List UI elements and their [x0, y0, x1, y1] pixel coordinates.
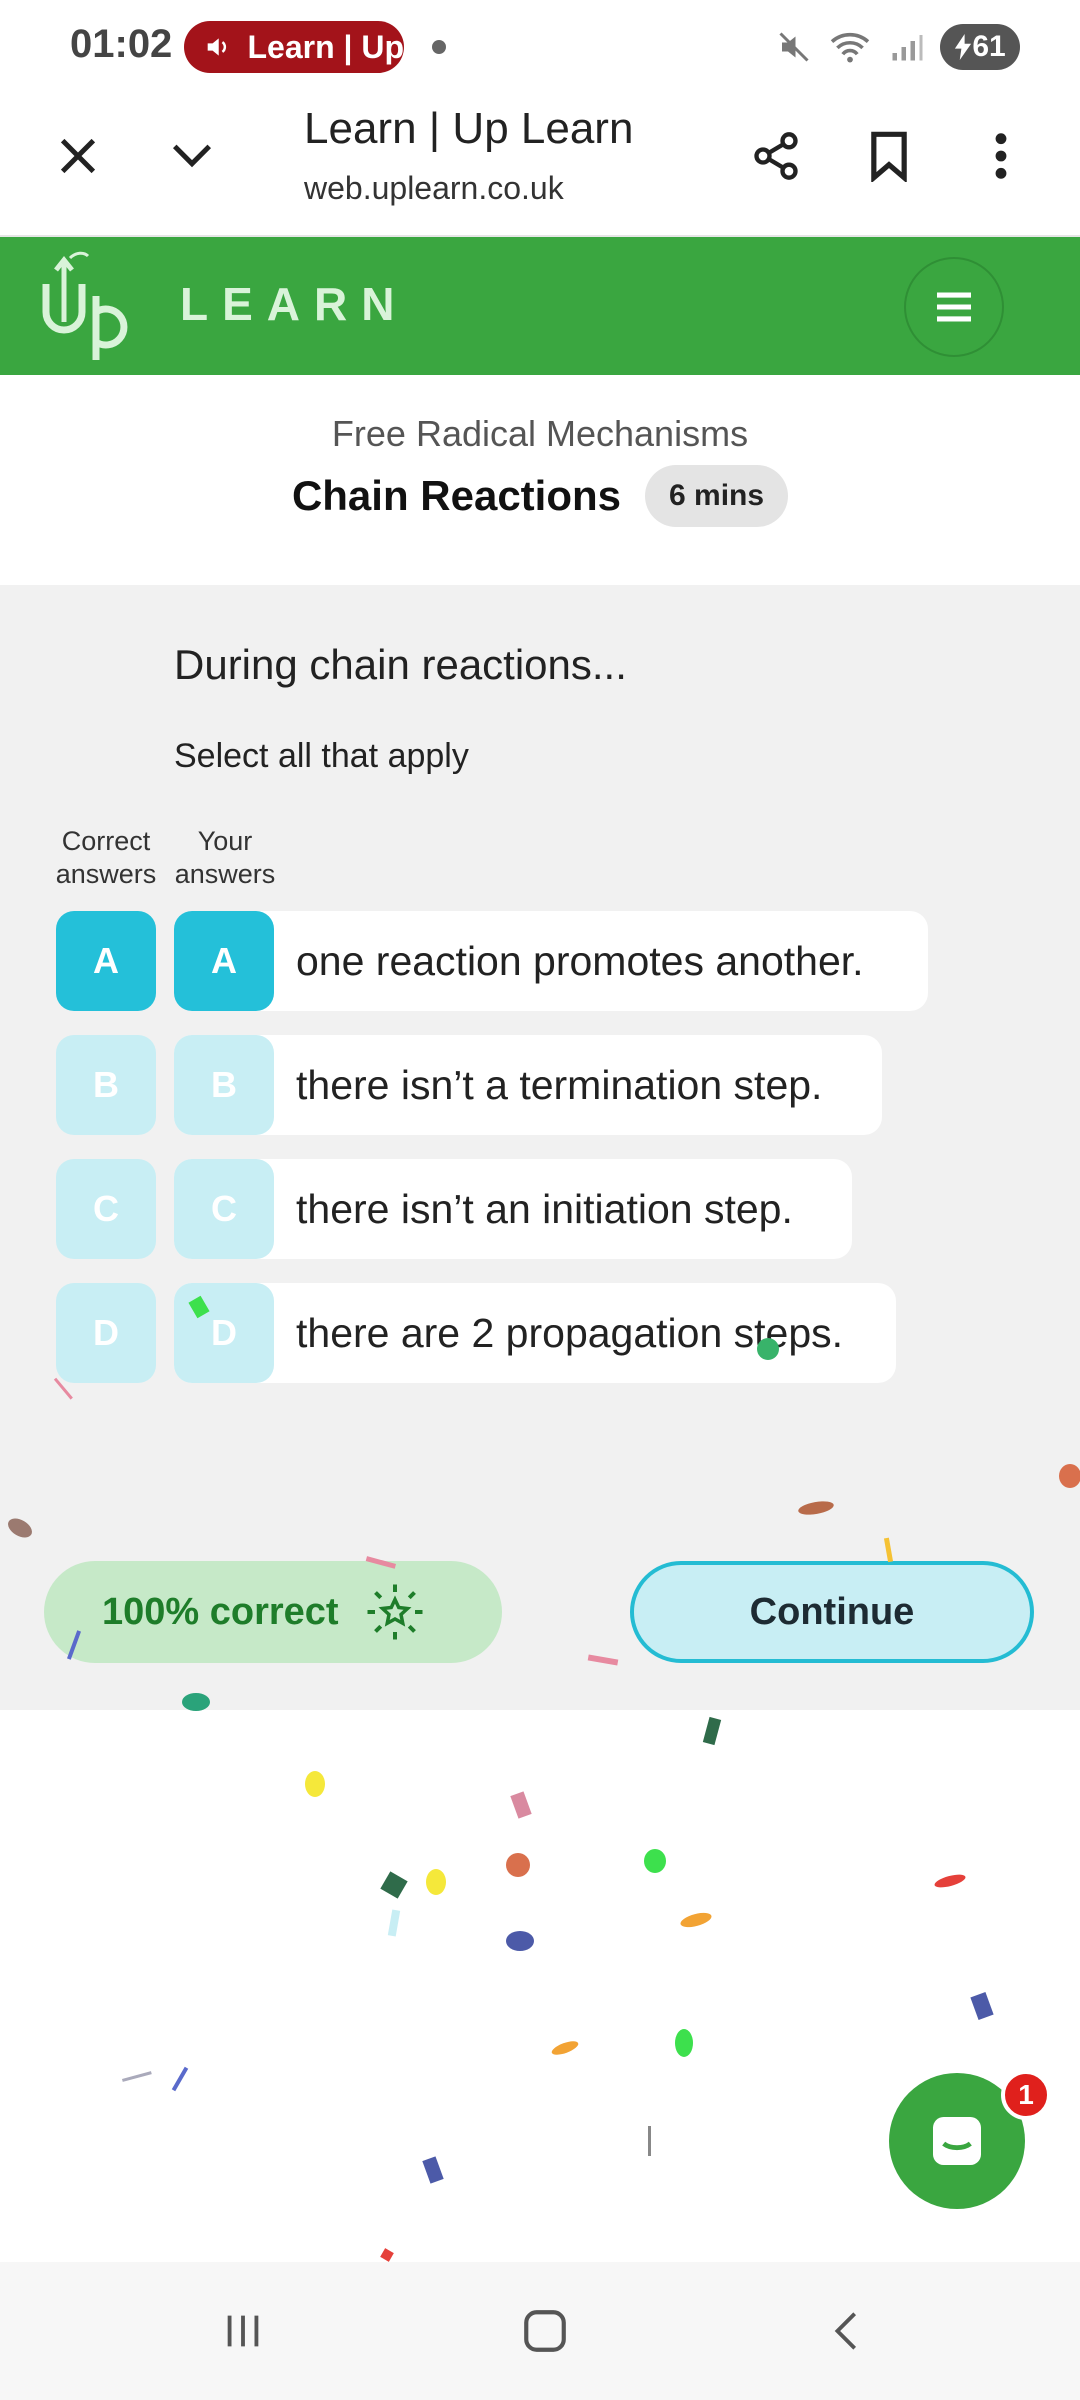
close-tab-button[interactable]	[38, 116, 118, 196]
score-label: 100% correct	[102, 1590, 339, 1633]
question-panel: During chain reactions... Select all tha…	[0, 585, 1080, 1710]
your-marker-c: C	[174, 1159, 274, 1259]
hamburger-menu-button[interactable]	[904, 257, 1004, 357]
back-icon	[834, 2312, 857, 2350]
correct-answers-header: Correct answers	[51, 825, 161, 891]
question-prompt: During chain reactions...	[174, 641, 627, 688]
browser-toolbar: Learn | Up Learn web.uplearn.co.uk	[0, 92, 1080, 237]
battery-indicator: 61	[940, 24, 1020, 70]
app-header: LEARN	[0, 237, 1080, 375]
page-url[interactable]: web.uplearn.co.uk	[304, 170, 564, 207]
answer-option-d[interactable]: D there are 2 propagation steps.	[174, 1283, 896, 1383]
option-row-a: A A one reaction promotes another.	[0, 911, 1080, 1011]
option-row-b: B B there isn’t a termination step.	[0, 1035, 1080, 1135]
answer-option-c[interactable]: C there isn’t an initiation step.	[174, 1159, 852, 1259]
battery-level: 61	[972, 30, 1006, 63]
answer-option-b[interactable]: B there isn’t a termination step.	[174, 1035, 882, 1135]
speaker-icon	[207, 38, 227, 56]
hamburger-icon	[937, 292, 971, 322]
charging-icon	[955, 34, 972, 60]
correct-marker-a: A	[56, 911, 156, 1011]
your-answers-header-line1: Your	[197, 826, 253, 856]
bookmark-icon	[871, 131, 907, 182]
lesson-header: Free Radical Mechanisms Chain Reactions …	[0, 375, 1080, 585]
logo-wordmark: LEARN	[180, 278, 409, 330]
share-icon	[754, 132, 798, 180]
your-answers-header-line2: answers	[174, 859, 276, 889]
option-row-c: C C there isn’t an initiation step.	[0, 1159, 1080, 1259]
home-icon	[524, 2310, 566, 2352]
chat-icon	[933, 2117, 981, 2165]
your-marker-d: D	[174, 1283, 274, 1383]
continue-button[interactable]: Continue	[630, 1561, 1034, 1663]
status-bar: 01:02 Learn | Up 61	[0, 0, 1080, 92]
correct-marker-d: D	[56, 1283, 156, 1383]
duration-badge: 6 mins	[645, 465, 789, 527]
question-hint: Select all that apply	[174, 737, 469, 775]
system-nav-bar	[0, 2262, 1080, 2400]
star-burst-icon	[367, 1584, 423, 1640]
bookmark-button[interactable]	[849, 116, 929, 196]
option-row-d: D D there are 2 propagation steps.	[0, 1283, 1080, 1383]
uplearn-logo[interactable]: LEARN	[40, 249, 409, 360]
media-playing-pill[interactable]: Learn | Up	[184, 21, 404, 73]
home-button[interactable]	[500, 2286, 590, 2376]
correct-answers-header-line2: answers	[55, 859, 157, 889]
your-marker-b: B	[174, 1035, 274, 1135]
chevron-down-icon	[172, 144, 212, 168]
option-text-b: there isn’t a termination step.	[296, 1061, 823, 1108]
signal-icon	[892, 35, 923, 61]
up-logo-icon	[42, 251, 128, 360]
share-button[interactable]	[736, 116, 816, 196]
status-time: 01:02	[70, 22, 173, 66]
correct-marker-b: B	[56, 1035, 156, 1135]
minimize-tab-button[interactable]	[152, 116, 232, 196]
close-icon	[60, 138, 96, 174]
your-answers-header: Your answers	[170, 825, 280, 891]
mute-icon	[779, 32, 809, 62]
recents-icon	[227, 2315, 259, 2347]
your-marker-a: A	[174, 911, 274, 1011]
recent-apps-button[interactable]	[198, 2286, 288, 2376]
correct-marker-c: C	[56, 1159, 156, 1259]
more-options-button[interactable]	[961, 116, 1041, 196]
back-button[interactable]	[802, 2286, 892, 2376]
option-text-c: there isn’t an initiation step.	[296, 1185, 793, 1232]
more-vert-icon	[995, 133, 1007, 179]
option-text-d: there are 2 propagation steps.	[296, 1309, 844, 1356]
page-title: Learn | Up Learn	[304, 104, 634, 153]
media-label: Learn | Up	[247, 28, 404, 65]
score-badge: 100% correct	[44, 1561, 502, 1663]
chat-unread-badge: 1	[1001, 2070, 1051, 2120]
wifi-icon	[830, 32, 870, 63]
lesson-title: Chain Reactions	[291, 472, 622, 519]
option-text-a: one reaction promotes another.	[296, 937, 864, 984]
notification-dot	[432, 40, 446, 54]
correct-answers-header-line1: Correct	[61, 826, 151, 856]
lesson-topic: Free Radical Mechanisms	[331, 413, 749, 454]
answer-option-a[interactable]: A one reaction promotes another.	[174, 911, 928, 1011]
